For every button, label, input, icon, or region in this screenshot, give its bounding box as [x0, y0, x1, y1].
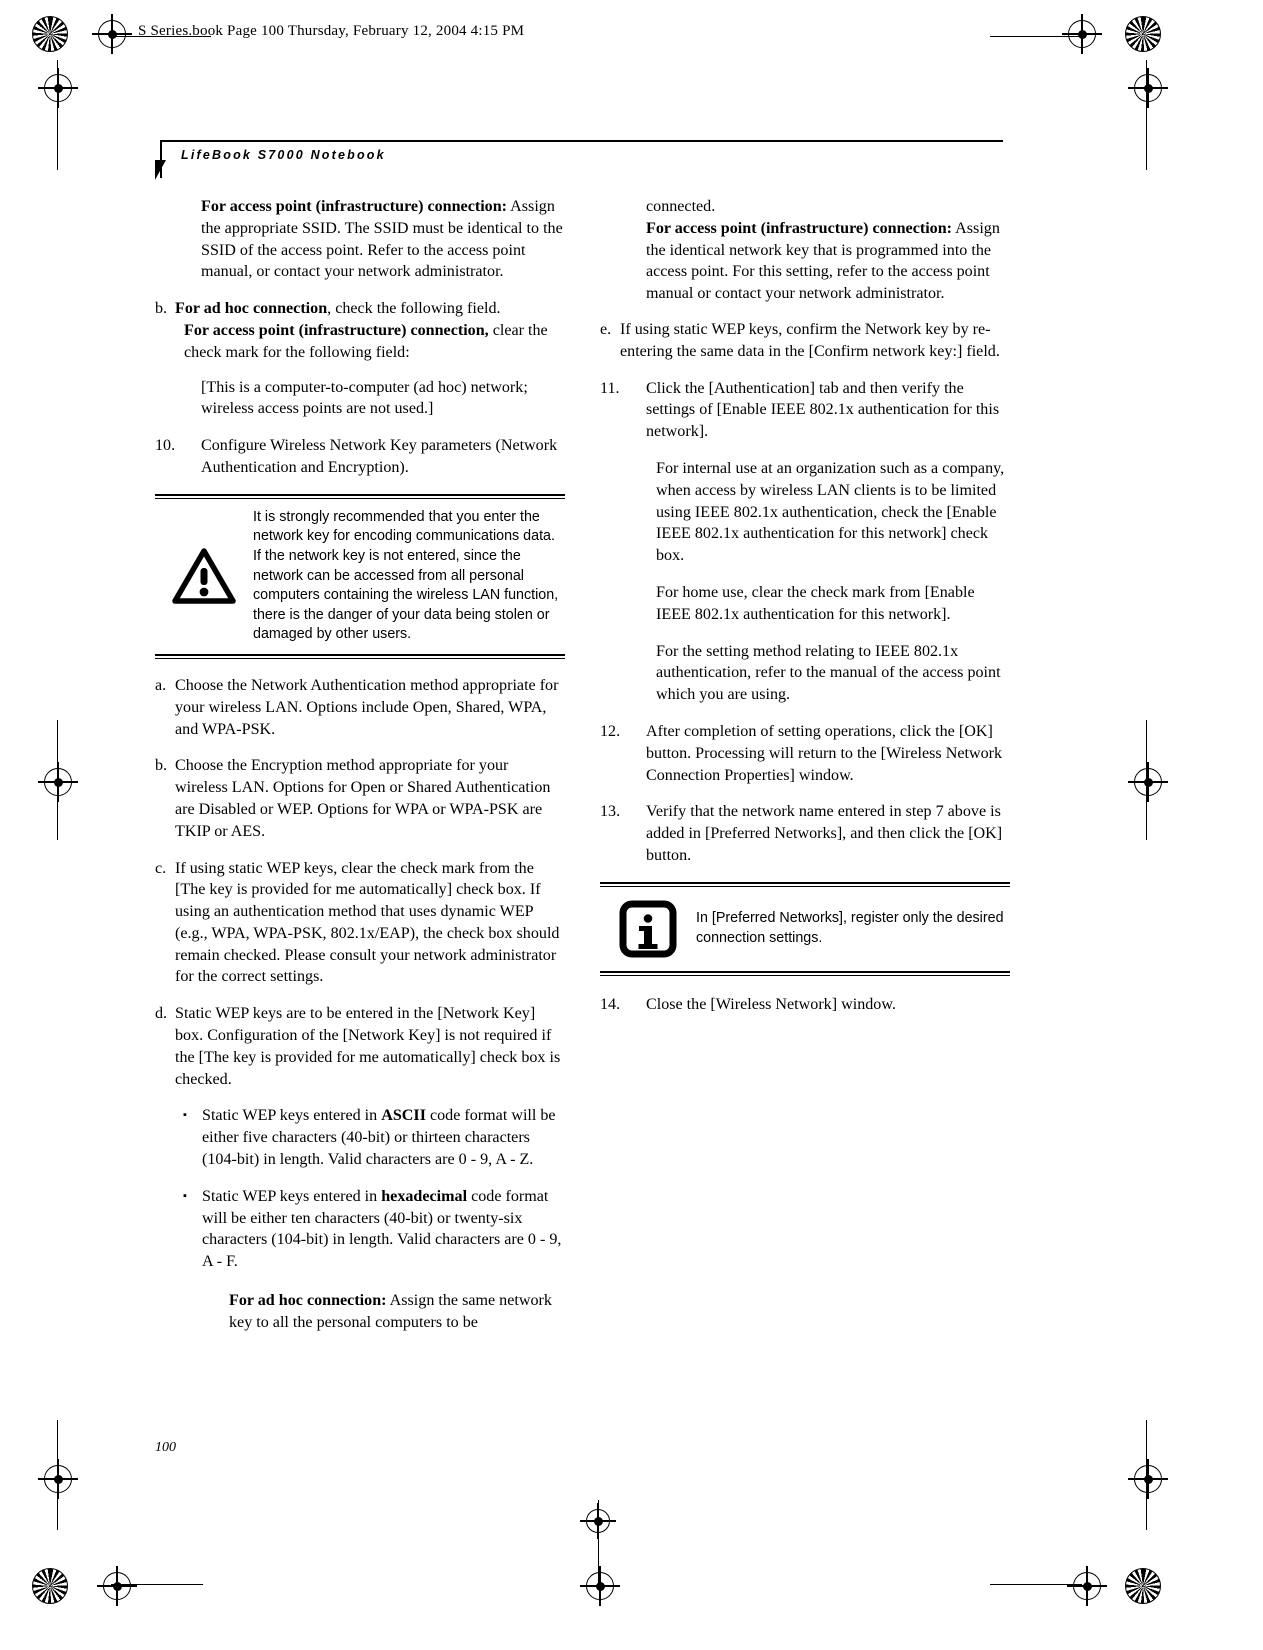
- list-item-b2-text: Choose the Encryption method appropriate…: [175, 757, 551, 840]
- list-marker: 11.: [600, 379, 620, 397]
- bullet-1-bold: ASCII: [381, 1107, 426, 1125]
- star-registration-mark-top-right: [1125, 16, 1161, 52]
- crop-line-right-vert: [1146, 60, 1148, 170]
- ad-hoc-rest: , check the following field.: [327, 300, 501, 318]
- square-bullet-icon: ▪: [183, 1189, 187, 1202]
- list-item-12: 12. After completion of setting operatio…: [600, 721, 1010, 786]
- registration-mark-top-left: [92, 14, 132, 54]
- crop-line-bottom-left: [111, 1584, 203, 1586]
- list-item-e-text: If using static WEP keys, confirm the Ne…: [620, 320, 1000, 360]
- registration-mark-bottom-center: [580, 1566, 620, 1606]
- information-note-box: In [Preferred Networks], register only t…: [600, 881, 1010, 976]
- list-item-b2: b. Choose the Encryption method appropri…: [155, 755, 565, 842]
- information-note-text: In [Preferred Networks], register only t…: [696, 910, 1004, 946]
- list-item-a-text: Choose the Network Authentication method…: [175, 676, 559, 738]
- warning-note-box: It is strongly recommended that you ente…: [155, 493, 565, 659]
- note-rule-bottom: [155, 653, 565, 659]
- square-bullet-item-1-body: Static WEP keys entered in ASCII code fo…: [202, 1105, 565, 1170]
- item-11-paragraph-2: For internal use at an organization such…: [656, 459, 1005, 565]
- header-triangle-icon: [155, 160, 166, 180]
- list-item-12-text: After completion of setting operations, …: [646, 722, 1003, 784]
- list-item-d-text: Static WEP keys are to be entered in the…: [175, 1005, 561, 1088]
- list-item-14: 14. Close the [Wireless Network] window.: [600, 994, 1010, 1016]
- list-marker: c.: [155, 859, 167, 877]
- warning-note-body: It is strongly recommended that you ente…: [155, 499, 565, 654]
- square-bullet-item-2-body: Static WEP keys entered in hexadecimal c…: [202, 1186, 565, 1273]
- information-i-icon: [600, 900, 696, 958]
- list-item-13-text: Verify that the network name entered in …: [646, 803, 1003, 864]
- list-item-14-text: Close the [Wireless Network] window.: [646, 995, 896, 1013]
- crop-line-left-vert-mid: [57, 720, 59, 840]
- note-rule-bottom: [600, 970, 1010, 976]
- list-marker: b.: [155, 300, 168, 318]
- continued-word: connected.: [646, 198, 716, 215]
- list-item-11-text: Click the [Authentication] tab and then …: [646, 379, 1000, 441]
- registration-mark-bottom-left: [97, 1566, 137, 1606]
- star-registration-mark-top-left: [32, 16, 68, 52]
- list-item-c-text: If using static WEP keys, clear the chec…: [175, 859, 560, 986]
- list-marker: 12.: [600, 722, 621, 740]
- page-number: 100: [155, 1440, 176, 1455]
- print-header-text: S Series.book Page 100 Thursday, Februar…: [138, 23, 525, 39]
- item-11-paragraph-3: For home use, clear the check mark from …: [656, 583, 975, 623]
- square-bullet-item-1: ▪ Static WEP keys entered in ASCII code …: [183, 1105, 565, 1170]
- list-item-d: d. Static WEP keys are to be entered in …: [155, 1003, 565, 1090]
- access-point-paragraph: For access point (infrastructure) connec…: [201, 196, 565, 283]
- ad-hoc-connection-paragraph: For ad hoc connection: Assign the same n…: [229, 1290, 565, 1334]
- information-note-body: In [Preferred Networks], register only t…: [600, 887, 1010, 971]
- square-bullet-icon: ▪: [183, 1109, 187, 1122]
- crop-line-top-right: [990, 36, 1082, 38]
- ad-hoc-note-paragraph: [This is a computer-to-computer (ad hoc)…: [201, 377, 565, 421]
- star-registration-mark-bottom-left: [32, 1568, 68, 1604]
- registration-mark-right-middle: [1128, 762, 1168, 802]
- warning-note-text: It is strongly recommended that you ente…: [253, 508, 559, 643]
- registration-mark-right-lower: [1128, 1459, 1168, 1499]
- list-item-b: b. For ad hoc connection, check the foll…: [155, 298, 565, 363]
- registration-mark-top-right: [1062, 14, 1102, 54]
- ad-hoc-note-text: [This is a computer-to-computer (ad hoc)…: [201, 378, 528, 418]
- list-item-e: e. If using static WEP keys, confirm the…: [600, 319, 1010, 363]
- list-marker: a.: [155, 676, 167, 694]
- registration-mark-bottom-right: [1067, 1566, 1107, 1606]
- list-marker: 13.: [600, 803, 621, 821]
- ad-hoc-bold: For ad hoc connection: [175, 300, 328, 318]
- bullet-2-bold: hexadecimal: [381, 1187, 468, 1205]
- list-item-10-text: Configure Wireless Network Key parameter…: [201, 437, 558, 476]
- list-marker: b.: [155, 757, 168, 775]
- list-marker: d.: [155, 1005, 168, 1023]
- square-bullet-item-2: ▪ Static WEP keys entered in hexadecimal…: [183, 1186, 565, 1273]
- list-marker: e.: [600, 320, 612, 338]
- crop-line-center-vert: [598, 1500, 600, 1590]
- access-point-heading: For access point (infrastructure) connec…: [201, 198, 508, 215]
- continued-paragraph: connected. For access point (infrastruct…: [646, 196, 1010, 305]
- list-item-b-body: For ad hoc connection, check the followi…: [175, 298, 565, 363]
- list-marker: 10.: [155, 437, 176, 455]
- ap-bold-2: For access point (infrastructure) connec…: [184, 321, 489, 339]
- item-11-paragraph-4: For the setting method relating to IEEE …: [656, 642, 1001, 704]
- crop-line-right-vert-low: [1146, 1420, 1148, 1530]
- header-rule: [160, 140, 1003, 142]
- crop-line-left-vert-low: [57, 1420, 59, 1530]
- list-item-10: 10. Configure Wireless Network Key param…: [155, 435, 565, 479]
- list-item-c: c. If using static WEP keys, clear the c…: [155, 858, 565, 989]
- bullet-2-pre: Static WEP keys entered in: [202, 1187, 382, 1205]
- crop-line-bottom-right: [990, 1584, 1082, 1586]
- ap-heading-right: For access point (infrastructure) connec…: [646, 219, 953, 237]
- crop-line-right-vert-mid: [1146, 720, 1148, 840]
- running-title: LifeBook S7000 Notebook: [181, 148, 386, 162]
- star-registration-mark-bottom-right: [1125, 1568, 1161, 1604]
- right-column: connected. For access point (infrastruct…: [600, 196, 1010, 1031]
- warning-triangle-icon: [155, 548, 253, 605]
- list-item-a: a. Choose the Network Authentication met…: [155, 675, 565, 740]
- left-column: For access point (infrastructure) connec…: [155, 196, 565, 1349]
- registration-mark-right-upper: [1128, 68, 1168, 108]
- list-item-13: 13. Verify that the network name entered…: [600, 801, 1010, 866]
- ad-hoc-connection-bold: For ad hoc connection:: [229, 1292, 387, 1310]
- list-marker: 14.: [600, 995, 621, 1013]
- bullet-1-pre: Static WEP keys entered in: [202, 1107, 382, 1125]
- crop-line-left-vert: [57, 60, 59, 170]
- list-item-11: 11. Click the [Authentication] tab and t…: [600, 378, 1010, 443]
